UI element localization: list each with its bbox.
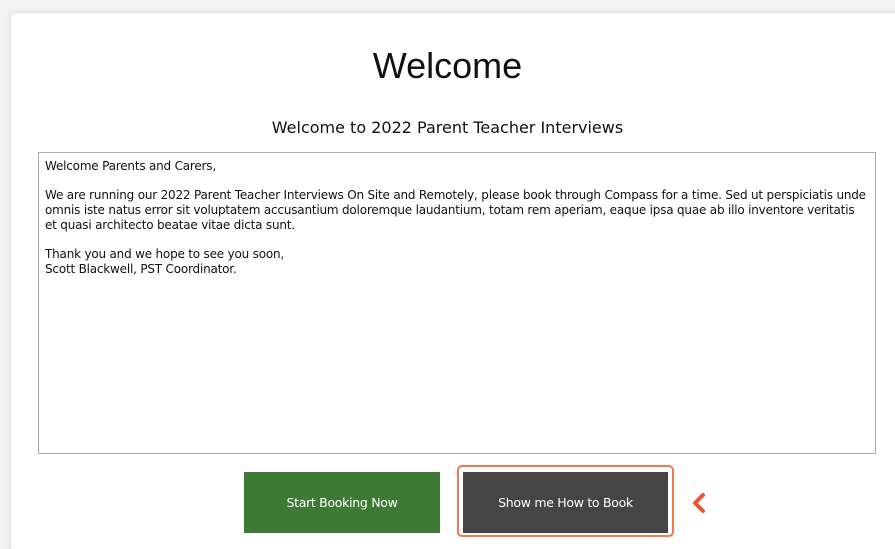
- message-body: We are running our 2022 Parent Teacher I…: [45, 188, 866, 232]
- welcome-message-textarea[interactable]: Welcome Parents and Carers, We are runni…: [38, 152, 876, 454]
- start-booking-button[interactable]: Start Booking Now: [244, 472, 440, 533]
- page-title: Welcome: [372, 45, 523, 86]
- message-signature: Scott Blackwell, PST Coordinator.: [45, 262, 237, 276]
- message-greeting: Welcome Parents and Carers,: [45, 159, 216, 173]
- show-how-to-book-button[interactable]: Show me How to Book: [463, 472, 668, 533]
- chevron-left-icon: [693, 493, 705, 513]
- page-subtitle: Welcome to 2022 Parent Teacher Interview…: [271, 118, 624, 137]
- message-closing: Thank you and we hope to see you soon,: [45, 247, 284, 261]
